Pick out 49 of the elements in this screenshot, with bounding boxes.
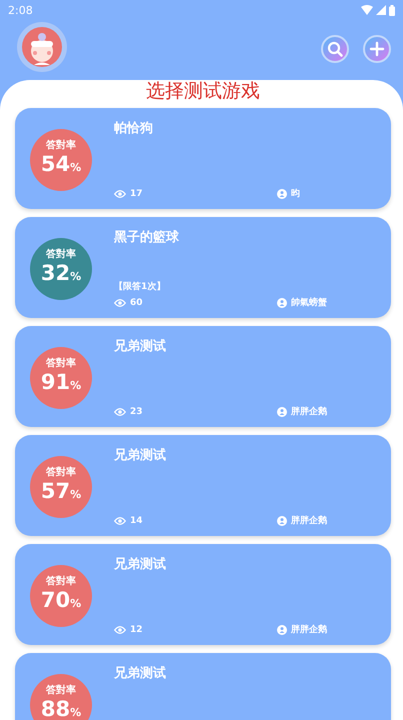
card-title: 兄弟测试 <box>114 447 167 464</box>
author-name: 胖胖企鹅 <box>291 405 327 418</box>
game-card[interactable]: 答對率 70% 兄弟测试 12 胖胖企鹅 <box>15 544 391 645</box>
view-count: 14 <box>130 516 143 526</box>
search-icon <box>327 41 343 57</box>
signal-icon <box>376 5 386 15</box>
view-count: 17 <box>130 188 143 198</box>
game-card[interactable]: 答對率 57% 兄弟测试 14 胖胖企鹅 <box>15 435 391 536</box>
rate-badge: 答對率 57% <box>30 456 92 518</box>
status-time: 2:08 <box>8 4 33 16</box>
eye-icon <box>114 298 126 306</box>
search-button[interactable] <box>321 35 349 63</box>
rate-badge: 答對率 70% <box>30 564 92 626</box>
author-name: 帥氣螃蟹 <box>291 296 327 309</box>
person-icon <box>277 298 287 308</box>
eye-icon <box>114 626 126 634</box>
author-name: 胖胖企鹅 <box>291 623 327 636</box>
view-count: 12 <box>130 624 143 634</box>
plus-icon <box>369 41 385 57</box>
person-icon <box>277 624 287 634</box>
view-count: 23 <box>130 406 143 416</box>
person-icon <box>277 516 287 526</box>
card-title: 黑子的籃球 <box>114 229 180 246</box>
card-title: 兄弟测试 <box>114 665 167 682</box>
limit-tag: 【限答1次】 <box>114 280 377 293</box>
card-title: 兄弟测试 <box>114 338 167 355</box>
view-count: 60 <box>130 298 143 308</box>
game-card[interactable]: 答對率 54% 帕恰狗 17 昀 <box>15 108 391 209</box>
rate-badge: 答對率 54% <box>30 128 92 190</box>
person-icon <box>277 406 287 416</box>
card-title: 帕恰狗 <box>114 120 154 137</box>
eye-icon <box>114 408 126 416</box>
rate-badge: 答對率 88% <box>30 674 92 720</box>
game-card[interactable]: 答對率 91% 兄弟测试 23 胖胖企鹅 <box>15 326 391 427</box>
game-card[interactable]: 答對率 88% 兄弟测试 <box>15 653 391 720</box>
wifi-icon <box>361 5 373 15</box>
eye-icon <box>114 190 126 198</box>
author-name: 昀 <box>291 188 300 200</box>
game-card[interactable]: 答對率 32% 黑子的籃球 【限答1次】 60 帥氣螃蟹 <box>15 217 391 318</box>
rate-badge: 答對率 32% <box>30 238 92 300</box>
person-icon <box>277 188 287 198</box>
eye-icon <box>114 516 126 524</box>
author-name: 胖胖企鹅 <box>291 514 327 527</box>
page-title: 选择测试游戏 <box>145 80 261 104</box>
battery-icon <box>389 4 395 16</box>
avatar-icon[interactable] <box>17 22 67 72</box>
add-button[interactable] <box>363 35 391 63</box>
card-title: 兄弟测试 <box>114 556 167 573</box>
rate-badge: 答對率 91% <box>30 346 92 408</box>
